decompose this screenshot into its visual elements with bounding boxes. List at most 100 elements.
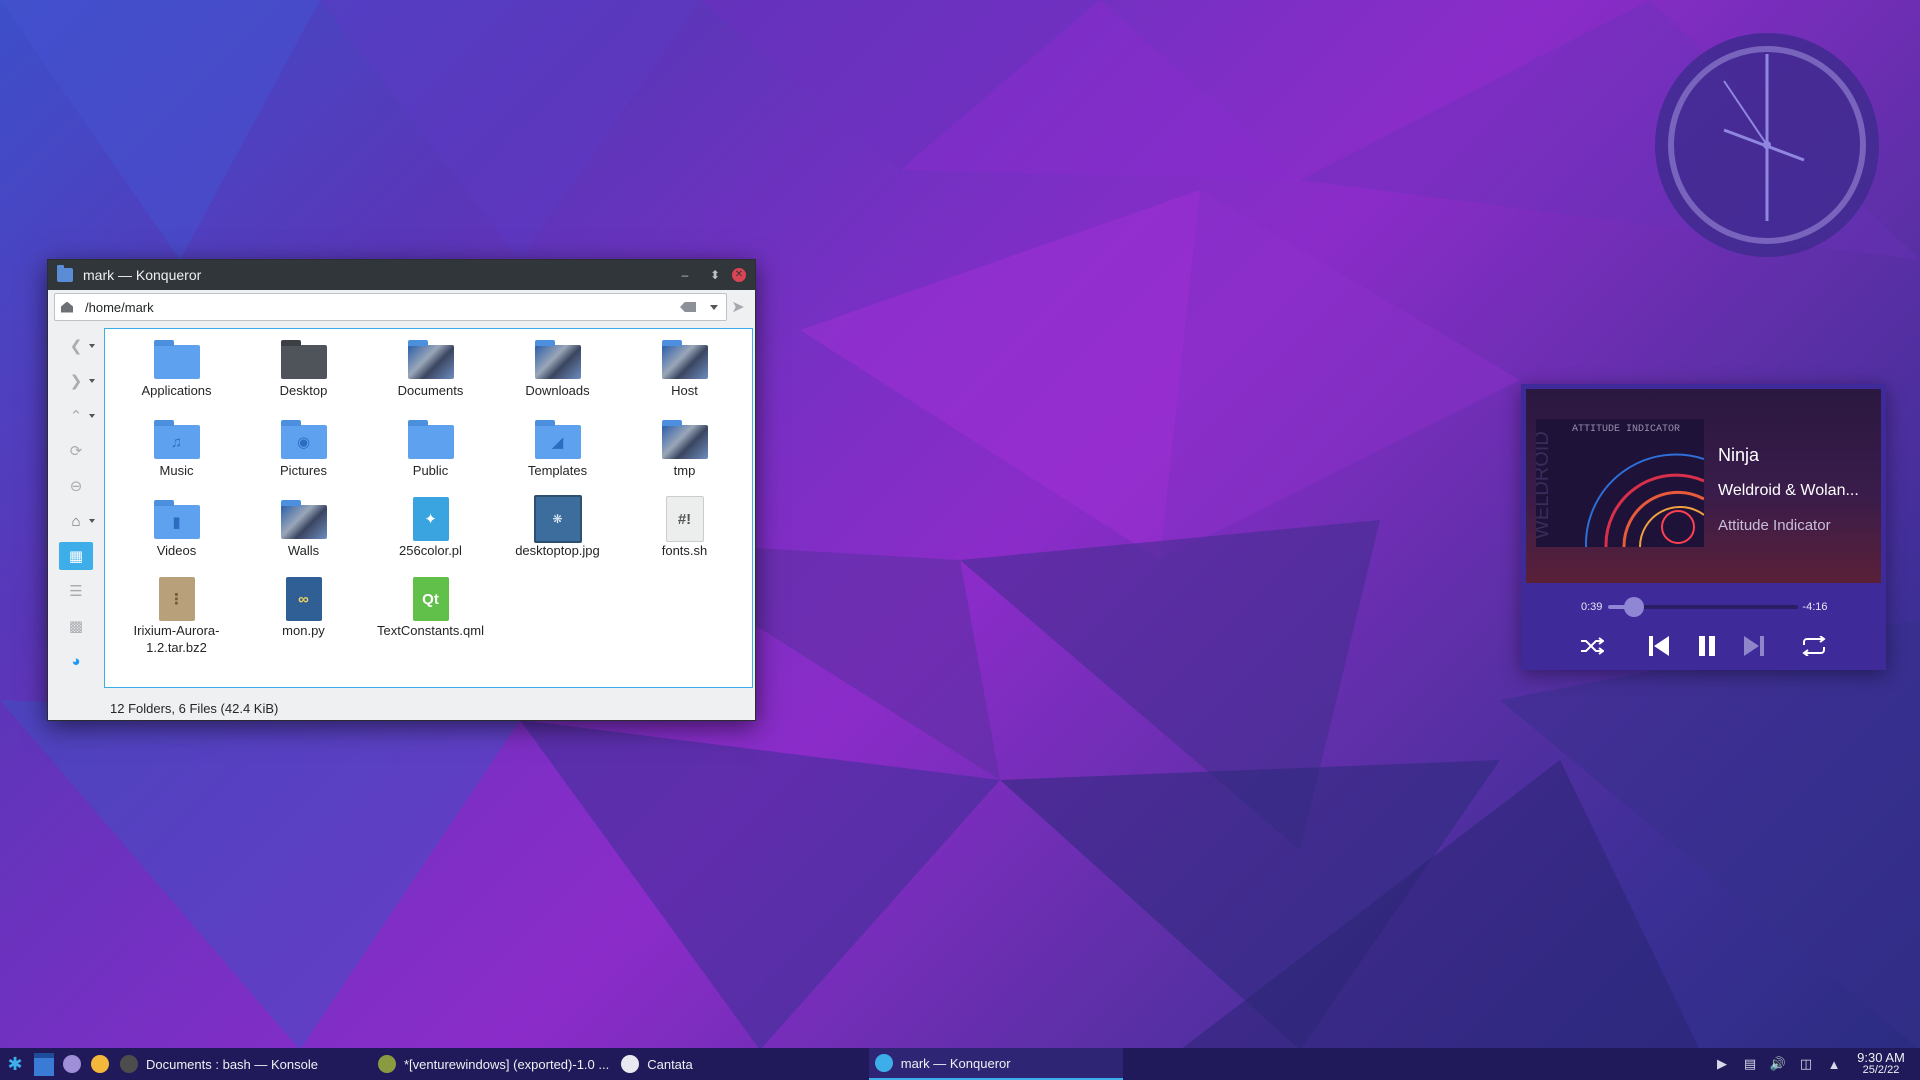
folder-pic-icon xyxy=(407,337,455,381)
file-item-label: Walls xyxy=(287,543,320,558)
file-item[interactable]: Public xyxy=(367,417,494,497)
taskbar-task[interactable]: Cantata xyxy=(615,1048,699,1080)
clear-text-icon[interactable] xyxy=(680,302,696,312)
file-item[interactable]: Qt TextConstants.qml xyxy=(367,577,494,657)
image-thumb-icon: ❋ xyxy=(533,495,582,543)
window-titlebar[interactable]: mark — Konqueror – ⬍ ✕ xyxy=(48,260,755,290)
shuffle-icon xyxy=(1581,637,1604,655)
seek-slider[interactable] xyxy=(1608,597,1799,617)
konqueror-window[interactable]: mark — Konqueror – ⬍ ✕ ➤ ❮ ❯ ⌃ ⟳ ⊖ ⌂ ▦ ☰… xyxy=(47,259,756,721)
gimp-icon xyxy=(378,1055,396,1073)
volume-icon[interactable]: 🔊 xyxy=(1764,1048,1792,1080)
file-item[interactable]: ∞ mon.py xyxy=(240,577,367,657)
go-arrow-icon[interactable]: ➤ xyxy=(727,297,749,317)
taskbar-task[interactable]: mark — Konqueror xyxy=(868,1048,1123,1080)
file-item-label: Music xyxy=(159,463,194,478)
user-avatar-icon[interactable] xyxy=(58,1048,86,1080)
compact-view-button[interactable]: ▩ xyxy=(59,612,93,640)
clock-date: 25/2/22 xyxy=(1862,1064,1900,1076)
file-item[interactable]: ◢ Templates xyxy=(494,417,621,497)
file-manager-icon[interactable] xyxy=(86,1048,114,1080)
location-history-dropdown[interactable] xyxy=(710,304,718,310)
up-button[interactable]: ⌃ xyxy=(59,402,95,430)
minimize-button[interactable]: – xyxy=(672,262,698,288)
system-tray: ▶ ▤ 🔊 ◫ ▲ 9:30 AM 25/2/22 xyxy=(1708,1048,1920,1080)
maximize-button[interactable]: ⬍ xyxy=(702,262,728,288)
folder-video-icon: ▮ xyxy=(153,497,201,541)
clipboard-icon[interactable]: ▤ xyxy=(1736,1048,1764,1080)
media-play-icon[interactable]: ▶ xyxy=(1708,1048,1736,1080)
shell-file-icon: #! xyxy=(661,496,709,542)
konqueror-logo-icon[interactable]: ◕ xyxy=(59,647,93,675)
media-player-widget[interactable]: ATTITUDE INDICATOR WELDROID Ninja Weldro… xyxy=(1521,384,1886,670)
file-item[interactable]: Applications xyxy=(113,337,240,417)
file-item-label: Documents xyxy=(397,383,464,398)
playback-progress: 0:39 -4:16 xyxy=(1581,597,1871,617)
folder-icon xyxy=(153,337,201,381)
seek-handle[interactable] xyxy=(1623,597,1644,617)
home-button[interactable]: ⌂ xyxy=(59,507,95,535)
expand-tray-icon[interactable]: ▲ xyxy=(1820,1048,1848,1080)
file-item-label: Irixium-Aurora-1.2.tar.bz2 xyxy=(133,623,220,655)
file-item[interactable]: tmp xyxy=(621,417,748,497)
file-item[interactable]: ✦ 256color.pl xyxy=(367,497,494,577)
file-item[interactable]: Downloads xyxy=(494,337,621,417)
next-button[interactable] xyxy=(1739,631,1769,661)
taskbar-task[interactable]: Documents : bash — Konsole xyxy=(114,1048,372,1080)
file-grid: Applications Desktop Documents Downloads Hos… xyxy=(113,337,753,657)
previous-button[interactable] xyxy=(1644,631,1674,661)
file-item-label: desktoptop.jpg xyxy=(515,543,600,558)
file-item[interactable]: Desktop xyxy=(240,337,367,417)
file-item[interactable]: Walls xyxy=(240,497,367,577)
konqueror-icon xyxy=(874,1054,893,1072)
playback-controls xyxy=(1521,631,1886,661)
file-item-label: Videos xyxy=(156,543,197,558)
qml-file-icon: Qt xyxy=(407,577,455,621)
file-item[interactable]: ❋ desktoptop.jpg xyxy=(494,495,621,577)
stop-button[interactable]: ⊖ xyxy=(59,472,93,500)
album-art: ATTITUDE INDICATOR WELDROID xyxy=(1536,419,1704,547)
pause-button[interactable] xyxy=(1692,631,1722,661)
shuffle-button[interactable] xyxy=(1577,631,1607,661)
forward-button[interactable]: ❯ xyxy=(59,367,95,395)
network-icon[interactable]: ◫ xyxy=(1792,1048,1820,1080)
folder-camera-icon: ◉ xyxy=(280,417,328,461)
file-item[interactable]: ▮ Videos xyxy=(113,497,240,577)
repeat-button[interactable] xyxy=(1799,631,1829,661)
window-switcher-icon[interactable] xyxy=(30,1048,58,1080)
python-file-icon: ∞ xyxy=(280,577,328,621)
remaining-time: -4:16 xyxy=(1802,601,1828,613)
location-bar: ➤ xyxy=(48,290,755,324)
file-item-label: Applications xyxy=(141,383,212,398)
application-launcher-icon[interactable]: ✱ xyxy=(0,1048,30,1080)
file-item[interactable]: ◉ Pictures xyxy=(240,417,367,497)
folder-pic-icon xyxy=(534,337,582,381)
file-item[interactable]: Host xyxy=(621,337,748,417)
location-input[interactable] xyxy=(83,298,680,316)
status-bar: 12 Folders, 6 Files (42.4 KiB) xyxy=(110,700,279,716)
location-field[interactable] xyxy=(54,293,727,321)
file-item[interactable]: #! fonts.sh xyxy=(621,496,748,577)
file-view[interactable]: Applications Desktop Documents Downloads Hos… xyxy=(104,328,753,688)
taskbar-task-label: Cantata xyxy=(647,1056,693,1072)
file-item-label: Host xyxy=(671,383,698,398)
home-icon xyxy=(61,301,73,313)
pause-icon xyxy=(1699,636,1715,656)
close-button[interactable]: ✕ xyxy=(732,268,746,282)
file-item[interactable]: ⋮ Irixium-Aurora-1.2.tar.bz2 xyxy=(113,577,240,657)
skip-previous-icon xyxy=(1649,636,1669,656)
folder-icon xyxy=(407,417,455,461)
file-item[interactable]: ♫ Music xyxy=(113,417,240,497)
reload-button[interactable]: ⟳ xyxy=(59,437,93,465)
details-view-button[interactable]: ☰ xyxy=(59,577,93,605)
taskbar-task[interactable]: *[venturewindows] (exported)-1.0 ... xyxy=(372,1048,615,1080)
track-artist: Weldroid & Wolan... xyxy=(1718,482,1859,499)
digital-clock[interactable]: 9:30 AM 25/2/22 xyxy=(1848,1051,1914,1076)
back-button[interactable]: ❮ xyxy=(59,332,95,360)
folder-music-icon: ♫ xyxy=(153,417,201,461)
folder-app-icon xyxy=(57,265,73,282)
taskbar-task-label: *[venturewindows] (exported)-1.0 ... xyxy=(404,1056,610,1072)
track-title: Ninja xyxy=(1718,445,1760,465)
file-item[interactable]: Documents xyxy=(367,337,494,417)
icons-view-button[interactable]: ▦ xyxy=(59,542,93,570)
